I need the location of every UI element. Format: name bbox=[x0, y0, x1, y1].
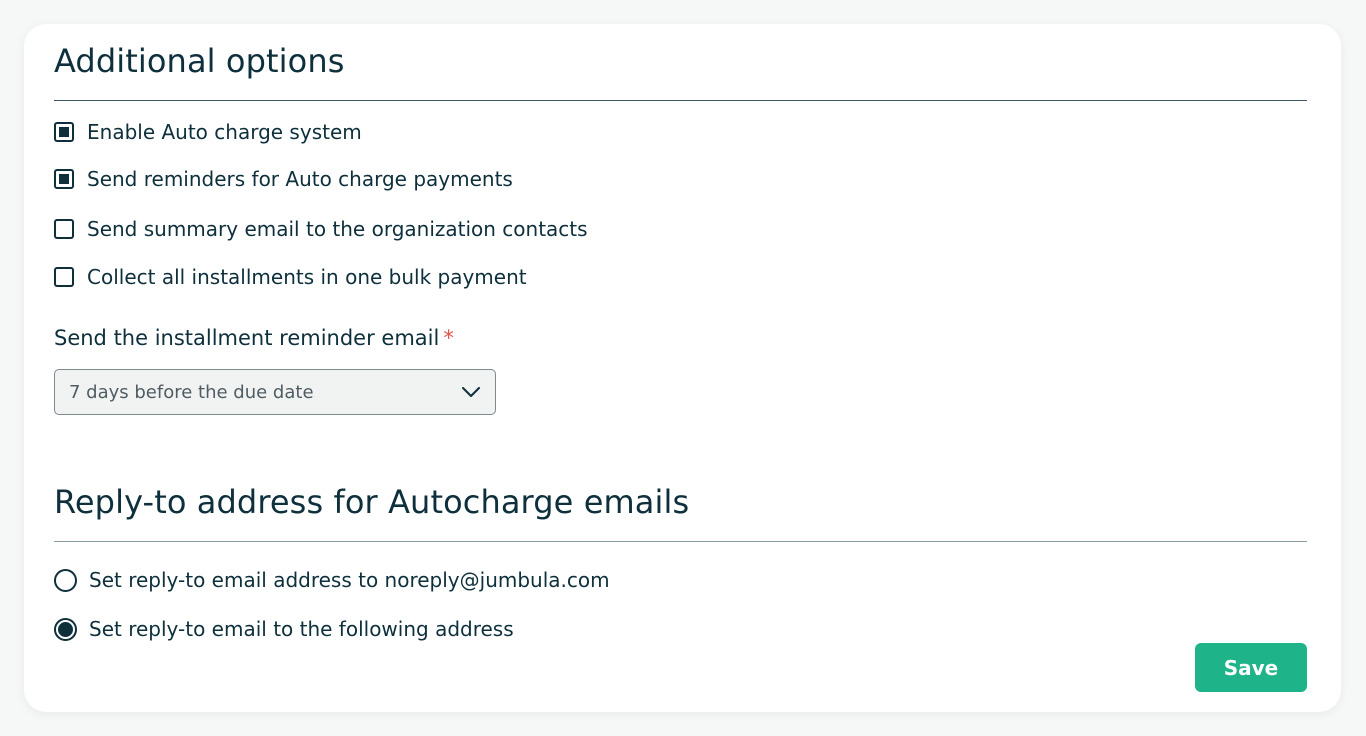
enable-auto-charge-checkbox[interactable] bbox=[54, 122, 74, 142]
radio-row-custom-address[interactable]: Set reply-to email to the following addr… bbox=[54, 615, 514, 643]
checkbox-row-summary-email[interactable]: Send summary email to the organization c… bbox=[54, 215, 588, 243]
save-button[interactable]: Save bbox=[1195, 643, 1307, 692]
noreply-radio[interactable] bbox=[54, 568, 77, 592]
chevron-down-icon bbox=[461, 382, 481, 402]
radio-label: Set reply-to email to the following addr… bbox=[89, 617, 514, 641]
custom-address-radio[interactable] bbox=[54, 617, 77, 641]
reminder-email-select[interactable]: 7 days before the due date bbox=[54, 369, 496, 415]
checkbox-row-send-reminders[interactable]: Send reminders for Auto charge payments bbox=[54, 165, 513, 193]
checkbox-label: Send reminders for Auto charge payments bbox=[87, 167, 513, 191]
bulk-payment-checkbox[interactable] bbox=[54, 267, 74, 287]
checkbox-row-enable-auto-charge[interactable]: Enable Auto charge system bbox=[54, 118, 362, 146]
checkbox-label: Enable Auto charge system bbox=[87, 120, 362, 144]
additional-options-title: Additional options bbox=[54, 42, 345, 80]
reminder-email-field-label: Send the installment reminder email * bbox=[54, 326, 454, 350]
summary-email-checkbox[interactable] bbox=[54, 219, 74, 239]
checkbox-row-bulk-payment[interactable]: Collect all installments in one bulk pay… bbox=[54, 263, 527, 291]
reply-to-title: Reply-to address for Autocharge emails bbox=[54, 483, 690, 521]
radio-label: Set reply-to email address to noreply@ju… bbox=[89, 568, 610, 592]
reminder-email-selected-value: 7 days before the due date bbox=[69, 381, 314, 403]
section-divider bbox=[54, 100, 1307, 101]
checkbox-label: Collect all installments in one bulk pay… bbox=[87, 265, 527, 289]
section-divider bbox=[54, 541, 1307, 542]
radio-row-noreply[interactable]: Set reply-to email address to noreply@ju… bbox=[54, 566, 610, 594]
checkbox-label: Send summary email to the organization c… bbox=[87, 217, 588, 241]
reminder-email-label-text: Send the installment reminder email bbox=[54, 326, 440, 350]
required-marker: * bbox=[443, 326, 454, 350]
settings-card: Additional options Enable Auto charge sy… bbox=[24, 24, 1341, 712]
send-reminders-checkbox[interactable] bbox=[54, 169, 74, 189]
